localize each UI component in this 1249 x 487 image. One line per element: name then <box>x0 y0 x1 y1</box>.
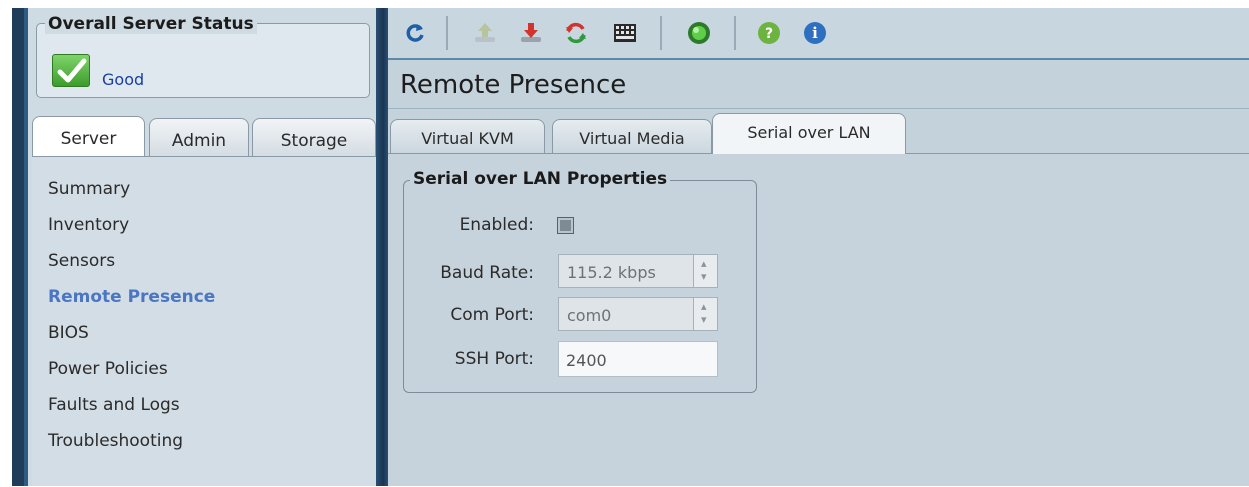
server-status-box: Overall Server Status Good <box>36 14 370 98</box>
com-port-label: Com Port: <box>450 305 534 325</box>
ssh-port-label: SSH Port: <box>454 349 534 369</box>
page-title: Remote Presence <box>400 70 627 100</box>
toolbar-separator <box>446 16 448 50</box>
baud-rate-value: 115.2 kbps <box>567 263 656 282</box>
sync-icon[interactable] <box>563 20 589 46</box>
tab-serial-over-lan[interactable]: Serial over LAN <box>712 113 906 154</box>
baud-rate-label: Baud Rate: <box>440 263 534 283</box>
left-tab-bar: Server Admin Storage <box>32 116 376 158</box>
nav-item-sensors[interactable]: Sensors <box>48 251 115 271</box>
keyboard-icon[interactable] <box>612 20 638 46</box>
toolbar-separator <box>734 16 736 50</box>
server-status-legend: Overall Server Status <box>45 14 257 34</box>
tab-admin[interactable]: Admin <box>149 118 249 156</box>
ssh-port-field[interactable]: 2400 <box>558 341 718 377</box>
help-icon[interactable]: ? <box>756 20 782 46</box>
server-nav-list: Summary Inventory Sensors Remote Presenc… <box>32 156 376 486</box>
nav-item-inventory[interactable]: Inventory <box>48 215 129 235</box>
refresh-icon[interactable] <box>402 20 428 46</box>
nav-item-bios[interactable]: BIOS <box>48 323 89 343</box>
nav-item-remote-presence[interactable]: Remote Presence <box>48 287 215 307</box>
tab-server[interactable]: Server <box>32 116 145 158</box>
nav-item-troubleshooting[interactable]: Troubleshooting <box>48 431 183 451</box>
com-port-select[interactable]: com0 <box>558 297 718 331</box>
download-icon[interactable] <box>518 20 544 46</box>
title-divider <box>388 108 1249 109</box>
baud-rate-select[interactable]: 115.2 kbps <box>558 254 718 288</box>
sol-properties-group: Serial over LAN Properties Enabled: Baud… <box>403 169 757 393</box>
com-port-spinner-arrows[interactable] <box>693 298 717 330</box>
main-content-pane: ? i Remote Presence Virtual KVM Virtual … <box>388 8 1249 486</box>
upload-icon[interactable] <box>472 20 498 46</box>
server-status-value[interactable]: Good <box>102 70 144 89</box>
nav-item-power-policies[interactable]: Power Policies <box>48 359 168 379</box>
baud-rate-spinner-arrows[interactable] <box>693 255 717 287</box>
check-icon <box>52 54 90 87</box>
power-indicator-icon[interactable] <box>686 20 712 46</box>
tab-virtual-kvm[interactable]: Virtual KVM <box>390 119 545 154</box>
left-navigation-pane: Overall Server Status Good Server Admin … <box>28 8 378 486</box>
enabled-label: Enabled: <box>459 215 534 235</box>
nav-item-faults-and-logs[interactable]: Faults and Logs <box>48 395 180 415</box>
tab-storage[interactable]: Storage <box>252 118 376 156</box>
nav-item-summary[interactable]: Summary <box>48 179 130 199</box>
tab-content-area: Serial over LAN Properties Enabled: Baud… <box>388 154 1249 486</box>
tab-virtual-media[interactable]: Virtual Media <box>552 119 712 154</box>
toolbar-separator <box>660 16 662 50</box>
pane-splitter[interactable] <box>376 8 388 486</box>
svg-text:?: ? <box>765 26 773 42</box>
enabled-checkbox[interactable] <box>557 217 574 234</box>
info-icon[interactable]: i <box>802 20 828 46</box>
toolbar: ? i <box>388 8 1249 60</box>
window-edge <box>12 8 28 486</box>
sol-properties-legend: Serial over LAN Properties <box>410 169 671 189</box>
svg-text:i: i <box>812 24 818 42</box>
com-port-value: com0 <box>567 306 612 325</box>
